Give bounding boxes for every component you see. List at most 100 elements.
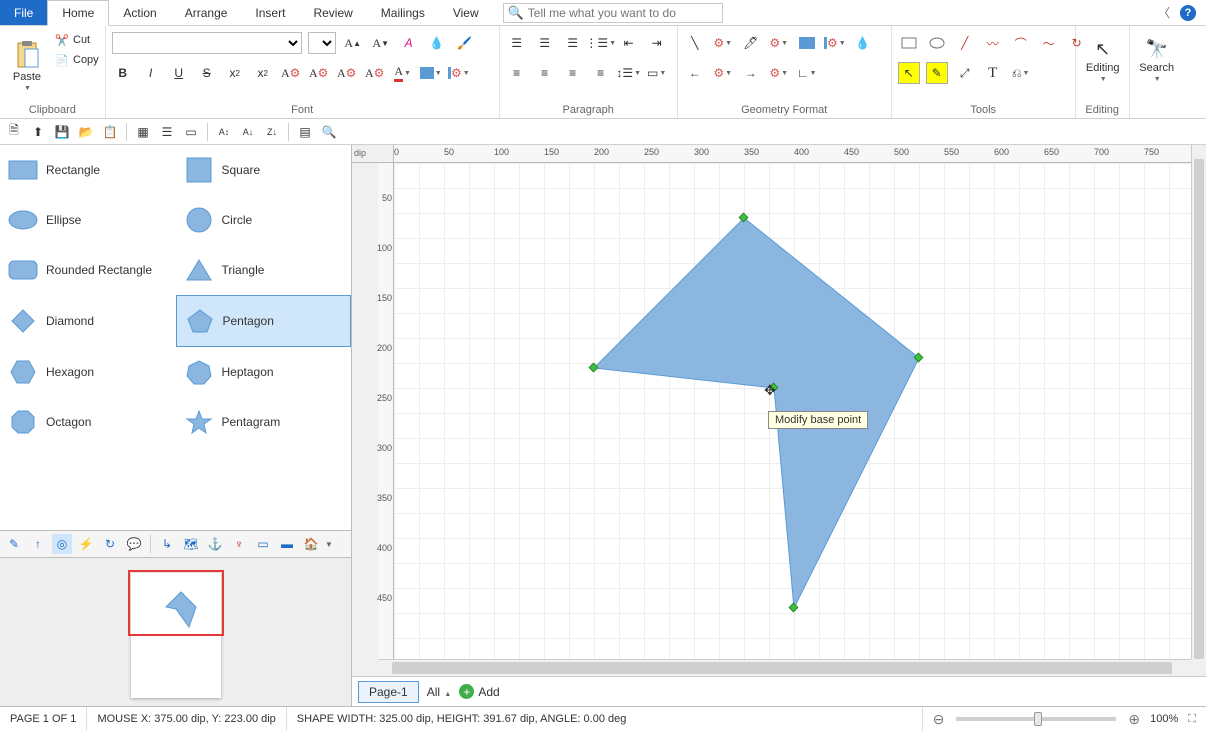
tool-edit-points[interactable]: ✎	[926, 62, 948, 84]
line-spacing-button[interactable]: ↕☰▼	[618, 62, 640, 84]
zoom-out-button[interactable]: ⊖	[933, 711, 945, 728]
fill-settings-button[interactable]: ⚙▼	[448, 62, 470, 84]
copy-button[interactable]: 📄Copy	[54, 52, 99, 68]
indent-right-button[interactable]: ⇥	[646, 32, 668, 54]
tool-arc[interactable]: ⌒	[1010, 32, 1032, 54]
tool-ellipse[interactable]	[926, 32, 948, 54]
tool-text[interactable]: T	[982, 62, 1004, 84]
zoom-icon[interactable]: 🔍	[319, 122, 339, 142]
geom-line-button[interactable]: ╲	[684, 32, 706, 54]
shape-option-hexagon[interactable]: Hexagon	[0, 347, 176, 397]
shape-option-diamond[interactable]: Diamond	[0, 295, 176, 347]
tool-pointer[interactable]: ↖	[898, 62, 920, 84]
tool-bezier[interactable]: 〜	[1038, 32, 1060, 54]
horizontal-scrollbar[interactable]	[378, 659, 1191, 676]
grow-font-button[interactable]: A▲	[342, 32, 364, 54]
paragraph-box-button[interactable]: ▭▼	[646, 62, 668, 84]
font-color-button[interactable]: A▼	[392, 62, 414, 84]
map-icon[interactable]: 🗺	[181, 534, 201, 554]
layers-icon[interactable]: ▤	[295, 122, 315, 142]
editing-button[interactable]: ↖ Editing ▼	[1082, 28, 1124, 94]
help-icon[interactable]: ?	[1180, 5, 1196, 21]
strike-button[interactable]: S	[196, 62, 218, 84]
open-icon[interactable]: 📂	[76, 122, 96, 142]
superscript-button[interactable]: x2	[252, 62, 274, 84]
refresh-icon[interactable]: ↻	[100, 534, 120, 554]
sort-az-icon[interactable]: A↕	[214, 122, 234, 142]
font-settings-4[interactable]: A⚙	[364, 62, 386, 84]
geom-corner-button[interactable]: ∟▼	[796, 62, 818, 84]
shape-option-octagon[interactable]: Octagon	[0, 397, 176, 447]
align-center-button[interactable]: ≡	[534, 62, 556, 84]
up-icon[interactable]: ↑	[28, 534, 48, 554]
shape-option-rect[interactable]: Rectangle	[0, 145, 176, 195]
shape-option-pentagon[interactable]: Pentagon	[176, 295, 352, 347]
fill-color-button[interactable]: ▼	[420, 62, 442, 84]
new-doc-icon[interactable]: 🗎	[4, 122, 24, 142]
grid-icon[interactable]: ▦	[133, 122, 153, 142]
font-settings-1[interactable]: A⚙	[280, 62, 302, 84]
edit-icon[interactable]: ✎	[4, 534, 24, 554]
tab-mailings[interactable]: Mailings	[367, 0, 439, 25]
connector-icon[interactable]: ↳	[157, 534, 177, 554]
geom-brush-button[interactable]: 🖊	[740, 32, 762, 54]
shape-option-circle[interactable]: Circle	[176, 195, 352, 245]
cut-button[interactable]: ✂️Cut	[54, 32, 99, 48]
anchor-icon[interactable]: ⚓	[205, 534, 225, 554]
geom-eyedrop-button[interactable]: 💧	[852, 32, 874, 54]
tab-review[interactable]: Review	[299, 0, 366, 25]
pentagon-shape[interactable]	[594, 218, 919, 608]
zoom-knob[interactable]	[1034, 712, 1042, 726]
all-pages-button[interactable]: All ▲	[427, 685, 452, 699]
align-right-button[interactable]: ≡	[562, 62, 584, 84]
align-bottom-button[interactable]: ☰	[562, 32, 584, 54]
subscript-button[interactable]: x2	[224, 62, 246, 84]
tool-line[interactable]: ╱	[954, 32, 976, 54]
clipboard-icon[interactable]: 📋	[100, 122, 120, 142]
font-settings-3[interactable]: A⚙	[336, 62, 358, 84]
fit-screen-button[interactable]: ⛶	[1188, 713, 1196, 726]
chat-icon[interactable]: 💬	[124, 534, 144, 554]
tool-pan[interactable]: ⤢	[954, 62, 976, 84]
shape-option-roundrect[interactable]: Rounded Rectangle	[0, 245, 176, 295]
geom-fill-button[interactable]	[796, 32, 818, 54]
flash-icon[interactable]: ⚡	[76, 534, 96, 554]
geom-arrow-end-settings[interactable]: ⚙▼	[768, 62, 790, 84]
geom-arrow-end[interactable]: →	[740, 62, 762, 84]
save-icon[interactable]: 💾	[52, 122, 72, 142]
add-page-button[interactable]: +Add	[459, 684, 499, 699]
sort-asc-icon[interactable]: A↓	[238, 122, 258, 142]
target-icon[interactable]: ◎	[52, 534, 72, 554]
underline-button[interactable]: U	[168, 62, 190, 84]
geom-arrow-start-settings[interactable]: ⚙▼	[712, 62, 734, 84]
tab-file[interactable]: File	[0, 0, 47, 25]
geom-line-settings[interactable]: ⚙▼	[712, 32, 734, 54]
page-icon[interactable]: ▭	[181, 122, 201, 142]
align-top-button[interactable]: ☰	[506, 32, 528, 54]
clear-format-button[interactable]: A	[398, 32, 420, 54]
tab-home[interactable]: Home	[47, 0, 109, 26]
shape-gallery[interactable]: RectangleSquareEllipseCircleRounded Rect…	[0, 145, 351, 531]
home-icon[interactable]: 🏠	[301, 534, 321, 554]
page-thumbnail-1[interactable]	[131, 573, 221, 698]
shape-option-triangle[interactable]: Triangle	[176, 245, 352, 295]
tree-icon[interactable]: ♆	[229, 534, 249, 554]
tab-arrange[interactable]: Arrange	[171, 0, 242, 25]
list-icon[interactable]: ☰	[157, 122, 177, 142]
font-size-select[interactable]	[308, 32, 336, 54]
indent-left-button[interactable]: ⇤	[618, 32, 640, 54]
canvas[interactable]: ✥ Modify base point	[394, 163, 1191, 659]
tab-action[interactable]: Action	[109, 0, 170, 25]
format-painter-icon[interactable]: 🖌️	[454, 32, 476, 54]
font-settings-2[interactable]: A⚙	[308, 62, 330, 84]
search-button[interactable]: 🔭 Search ▼	[1136, 28, 1178, 94]
tool-curve[interactable]: 〰	[982, 32, 1004, 54]
shape-option-square[interactable]: Square	[176, 145, 352, 195]
shape-option-heptagon[interactable]: Heptagon	[176, 347, 352, 397]
shape-option-star[interactable]: Pentagram	[176, 397, 352, 447]
bold-button[interactable]: B	[112, 62, 134, 84]
page-tab-1[interactable]: Page-1	[358, 681, 419, 703]
shrink-font-button[interactable]: A▼	[370, 32, 392, 54]
tab-insert[interactable]: Insert	[241, 0, 299, 25]
geom-fill-settings[interactable]: ⚙▼	[824, 32, 846, 54]
